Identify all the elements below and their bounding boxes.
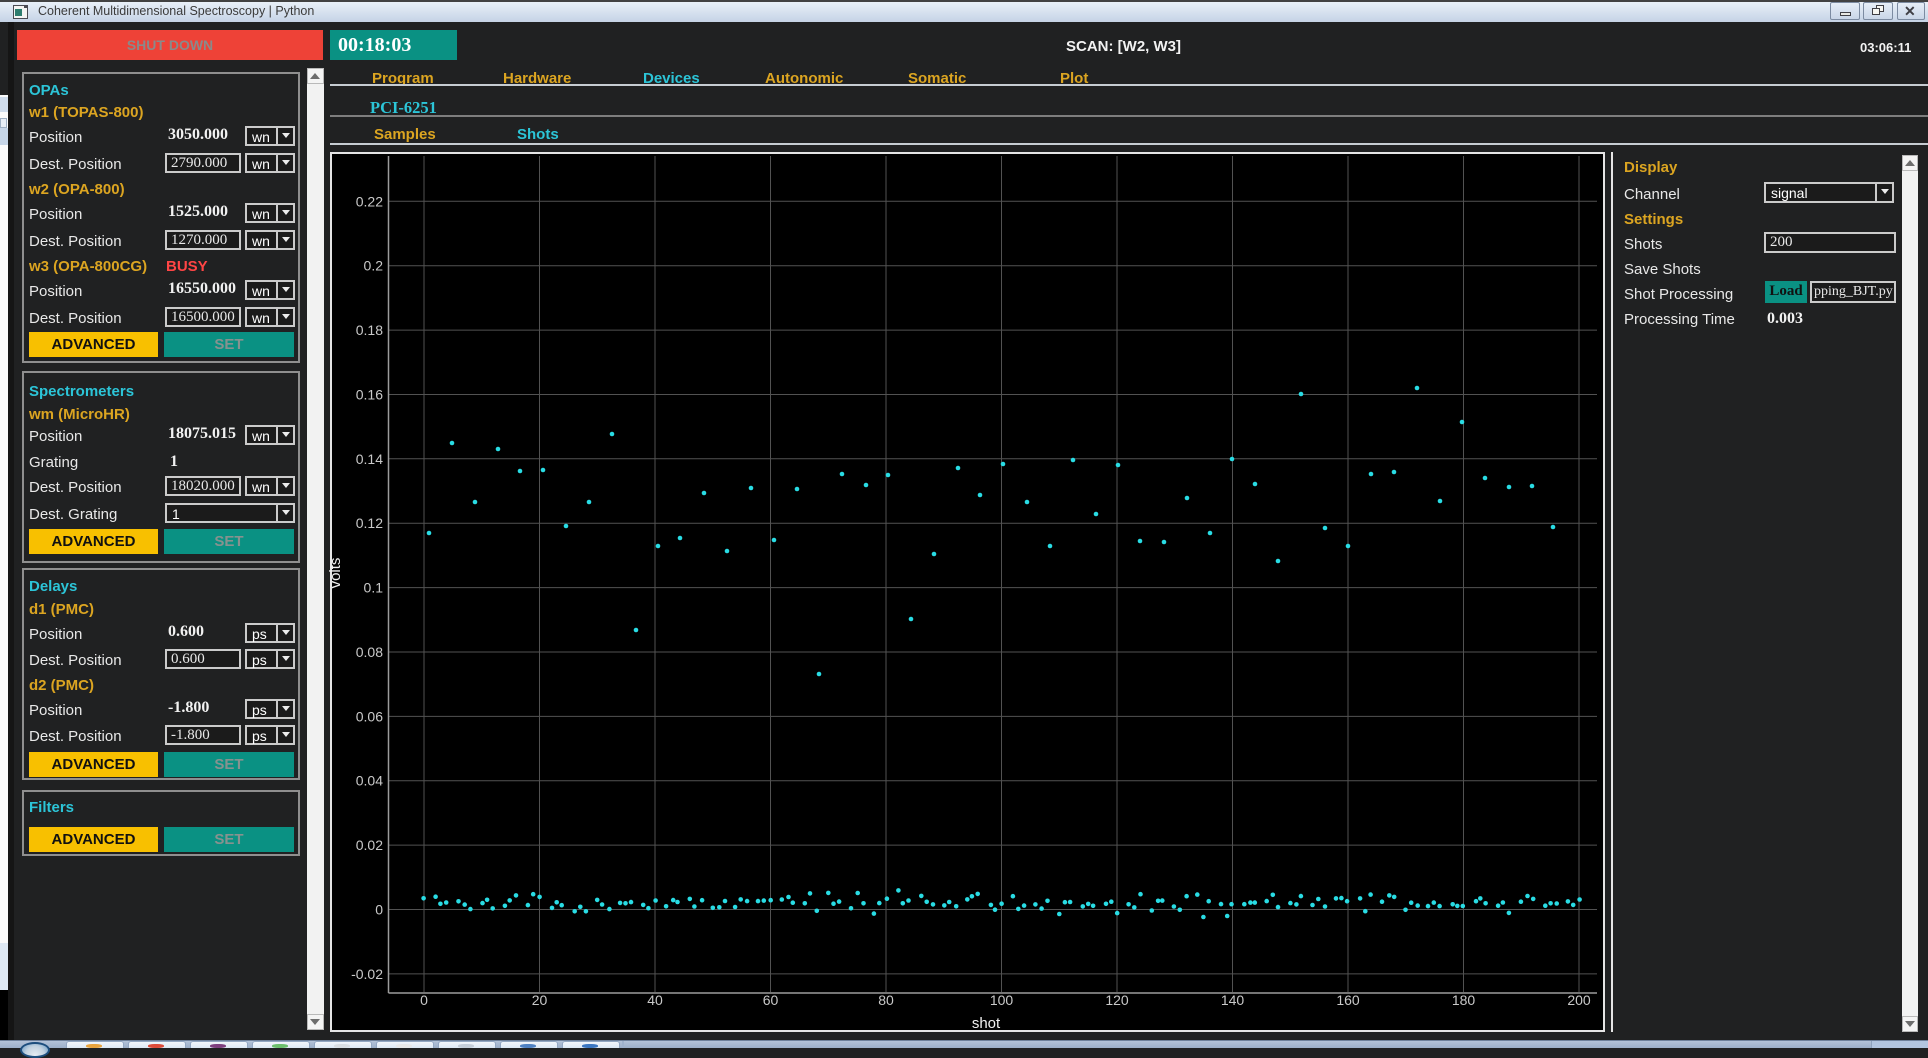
svg-text:0.1: 0.1 bbox=[364, 580, 384, 596]
svg-text:0.14: 0.14 bbox=[356, 451, 383, 467]
svg-text:40: 40 bbox=[647, 992, 663, 1008]
svg-text:0: 0 bbox=[420, 992, 428, 1008]
svg-text:140: 140 bbox=[1221, 992, 1245, 1008]
svg-text:0.18: 0.18 bbox=[356, 322, 383, 338]
svg-text:-0.02: -0.02 bbox=[351, 966, 383, 982]
svg-text:120: 120 bbox=[1105, 992, 1129, 1008]
svg-text:shot: shot bbox=[972, 1015, 1001, 1032]
svg-text:0.02: 0.02 bbox=[356, 837, 383, 853]
svg-text:0.22: 0.22 bbox=[356, 193, 383, 209]
svg-text:60: 60 bbox=[763, 992, 779, 1008]
svg-text:100: 100 bbox=[990, 992, 1014, 1008]
svg-text:0.12: 0.12 bbox=[356, 515, 383, 531]
svg-text:80: 80 bbox=[878, 992, 894, 1008]
svg-text:0.06: 0.06 bbox=[356, 708, 383, 724]
svg-text:20: 20 bbox=[532, 992, 548, 1008]
svg-text:0.2: 0.2 bbox=[364, 258, 384, 274]
svg-text:200: 200 bbox=[1567, 992, 1591, 1008]
svg-text:0.04: 0.04 bbox=[356, 773, 383, 789]
svg-text:0.16: 0.16 bbox=[356, 387, 383, 403]
svg-text:160: 160 bbox=[1336, 992, 1360, 1008]
svg-text:0.08: 0.08 bbox=[356, 644, 383, 660]
svg-text:volts: volts bbox=[327, 558, 344, 589]
svg-text:0: 0 bbox=[375, 902, 383, 918]
svg-text:180: 180 bbox=[1452, 992, 1476, 1008]
